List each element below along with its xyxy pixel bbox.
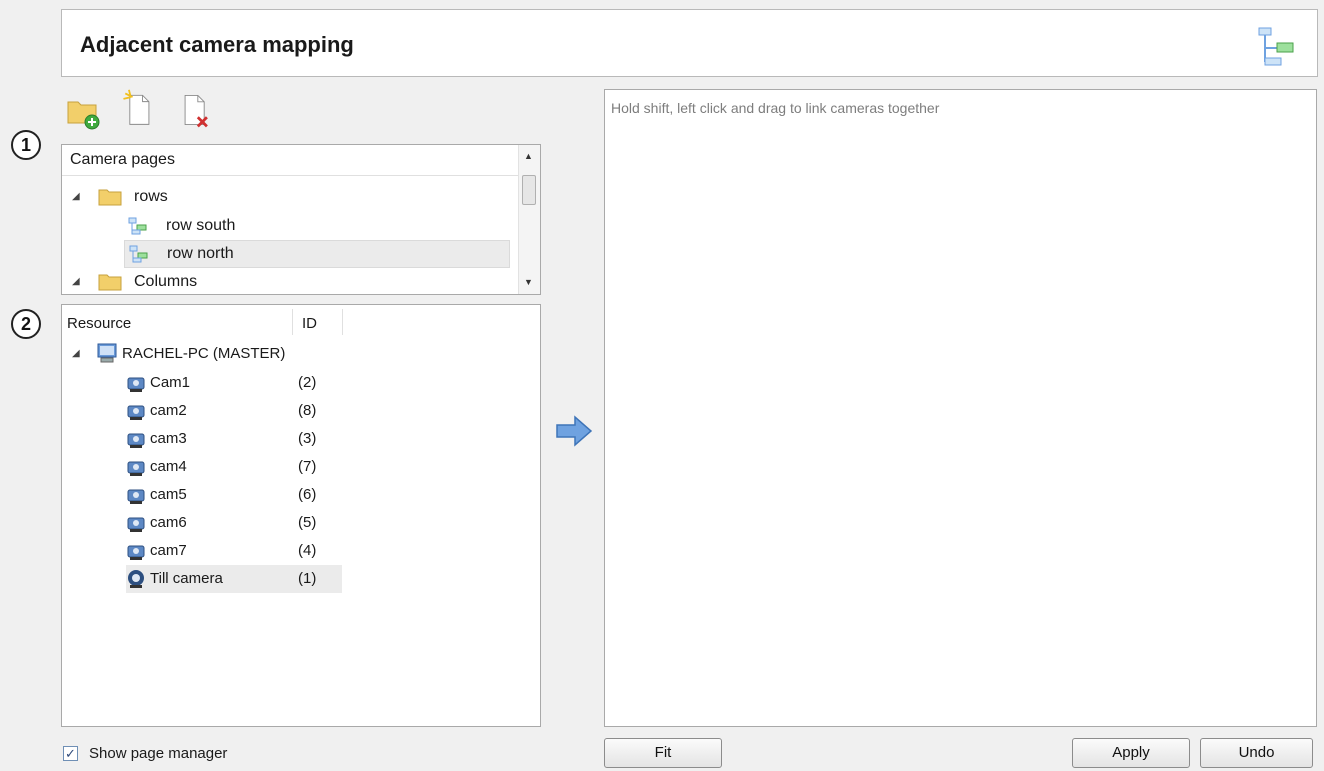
add-folder-icon[interactable]	[66, 92, 102, 132]
server-label: RACHEL-PC (MASTER)	[122, 345, 286, 362]
callout-badge-1: 1	[11, 130, 41, 160]
tree-item-label: row south	[166, 217, 236, 234]
dome-camera-icon	[128, 570, 144, 588]
add-to-map-arrow-icon[interactable]	[554, 415, 594, 447]
list-item-camera[interactable]: cam6 (5)	[126, 509, 342, 537]
camera-icon	[127, 405, 145, 420]
list-item-camera[interactable]: cam3 (3)	[126, 425, 342, 453]
list-item-camera[interactable]: cam4 (7)	[126, 453, 342, 481]
page-map-icon	[128, 217, 147, 235]
apply-button[interactable]: Apply	[1072, 738, 1190, 768]
show-page-manager-checkbox[interactable]: ✓	[63, 746, 78, 761]
camera-map-icon	[1258, 27, 1294, 66]
camera-id: (2)	[298, 374, 317, 391]
tree-item-rows[interactable]: ◢ rows	[72, 183, 512, 211]
scroll-down-icon[interactable]: ▼	[524, 277, 533, 287]
column-header-resource[interactable]: Resource	[67, 315, 131, 332]
camera-name: Cam1	[150, 374, 191, 391]
camera-name: cam3	[150, 430, 187, 447]
resources-header: Resource ID	[62, 305, 540, 337]
camera-id: (6)	[298, 486, 317, 503]
camera-id: (5)	[298, 514, 317, 531]
camera-name: cam2	[150, 402, 187, 419]
camera-icon	[127, 433, 145, 448]
expand-arrow-icon[interactable]: ◢	[72, 268, 80, 294]
tree-item-label: Columns	[134, 273, 198, 290]
mapping-canvas[interactable]: Hold shift, left click and drag to link …	[604, 89, 1317, 727]
list-item-camera[interactable]: cam5 (6)	[126, 481, 342, 509]
camera-id: (3)	[298, 430, 317, 447]
show-page-manager-toggle[interactable]: ✓ Show page manager	[63, 745, 303, 765]
column-divider	[342, 309, 343, 335]
camera-icon	[127, 545, 145, 560]
fit-button[interactable]: Fit	[604, 738, 722, 768]
expand-arrow-icon[interactable]: ◢	[72, 340, 80, 368]
show-page-manager-label: Show page manager	[89, 745, 228, 762]
folder-icon	[98, 189, 122, 206]
tree-item-label: row north	[167, 245, 234, 262]
title-bar: Adjacent camera mapping	[61, 9, 1318, 77]
server-icon	[97, 343, 117, 363]
canvas-hint: Hold shift, left click and drag to link …	[611, 100, 940, 116]
undo-button[interactable]: Undo	[1200, 738, 1313, 768]
expand-arrow-icon[interactable]: ◢	[72, 183, 80, 211]
camera-id: (4)	[298, 542, 317, 559]
page-title: Adjacent camera mapping	[80, 32, 354, 57]
camera-name: cam6	[150, 514, 187, 531]
page-toolbar	[66, 89, 236, 134]
list-item-camera[interactable]: cam7 (4)	[126, 537, 342, 565]
camera-id: (1)	[298, 570, 317, 587]
camera-name: cam4	[150, 458, 187, 475]
server-node[interactable]: ◢ RACHEL-PC (MASTER)	[72, 340, 372, 368]
camera-pages-header: Camera pages	[62, 145, 518, 176]
folder-icon	[98, 274, 122, 291]
pages-scrollbar[interactable]: ▲ ▼	[518, 145, 540, 294]
column-divider	[292, 309, 293, 335]
scroll-thumb[interactable]	[522, 175, 536, 205]
camera-icon	[127, 489, 145, 504]
camera-id: (8)	[298, 402, 317, 419]
camera-icon	[127, 517, 145, 532]
callout-badge-2: 2	[11, 309, 41, 339]
list-item-camera[interactable]: cam2 (8)	[126, 397, 342, 425]
camera-icon	[127, 377, 145, 392]
tree-item-row-south[interactable]: row south	[128, 212, 508, 240]
column-header-id[interactable]: ID	[302, 315, 317, 332]
resources-panel: Resource ID ◢ RACHEL-PC (MASTER) Cam1 (2…	[61, 304, 541, 727]
list-item-camera[interactable]: Till camera (1)	[126, 565, 342, 593]
tree-item-row-north[interactable]: row north	[124, 240, 510, 268]
scroll-up-icon[interactable]: ▲	[524, 151, 533, 161]
camera-icon	[127, 461, 145, 476]
list-item-camera[interactable]: Cam1 (2)	[126, 369, 342, 397]
page-map-icon	[129, 245, 148, 263]
delete-page-icon[interactable]	[178, 90, 214, 130]
tree-item-columns[interactable]: ◢ Columns	[72, 268, 512, 294]
camera-id: (7)	[298, 458, 317, 475]
camera-pages-panel: Camera pages ◢ rows row south row north …	[61, 144, 541, 295]
camera-name: Till camera	[150, 570, 223, 587]
new-page-icon[interactable]	[120, 88, 156, 128]
camera-name: cam5	[150, 486, 187, 503]
tree-item-label: rows	[134, 188, 168, 205]
camera-name: cam7	[150, 542, 187, 559]
